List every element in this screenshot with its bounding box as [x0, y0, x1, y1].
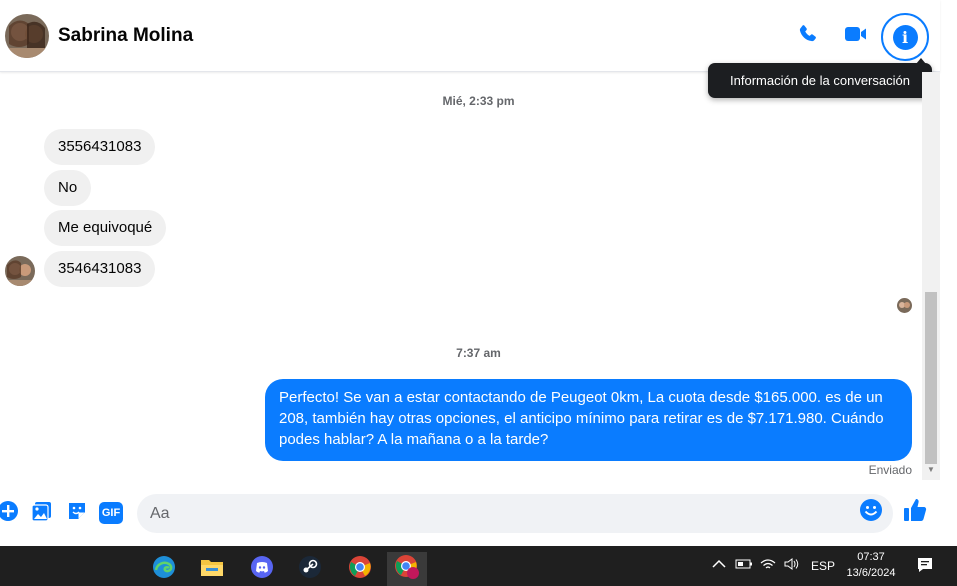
system-clock[interactable]: 07:37 13/6/2024: [840, 549, 902, 581]
emoji-button[interactable]: [859, 498, 883, 527]
video-call-button[interactable]: [840, 20, 872, 52]
contact-name[interactable]: Sabrina Molina: [58, 25, 193, 47]
gif-icon: GIF: [99, 502, 123, 524]
sticker-icon: [66, 500, 88, 527]
chrome-profile-icon: [394, 554, 420, 585]
file-explorer-icon: [200, 556, 224, 583]
like-icon: [902, 497, 928, 528]
edge-icon: [152, 555, 176, 584]
contact-avatar[interactable]: [5, 14, 49, 58]
like-button[interactable]: [903, 498, 927, 524]
clock-time: 07:37: [857, 551, 885, 563]
discord-icon: [250, 555, 274, 584]
taskbar-steam[interactable]: [290, 552, 330, 586]
attach-photo-button[interactable]: [30, 501, 54, 525]
emoji-icon: [859, 498, 883, 527]
gif-button[interactable]: GIF: [99, 501, 123, 525]
windows-taskbar: ESP 07:37 13/6/2024: [0, 546, 957, 586]
call-button[interactable]: [792, 20, 824, 52]
message-timestamp: 7:37 am: [456, 346, 501, 360]
sender-avatar: [5, 256, 35, 286]
taskbar-chrome-profile[interactable]: [387, 552, 427, 586]
taskbar-edge[interactable]: [144, 552, 184, 586]
battery-icon[interactable]: [735, 558, 753, 573]
plus-icon: [0, 500, 19, 527]
phone-icon: [796, 22, 820, 51]
conversation-info-tooltip: Información de la conversación: [708, 58, 932, 98]
incoming-message[interactable]: 3546431083: [44, 251, 156, 287]
message-status: Enviado: [868, 463, 912, 477]
more-actions-button[interactable]: [0, 500, 20, 527]
language-indicator[interactable]: ESP: [811, 559, 835, 573]
taskbar-file-explorer[interactable]: [192, 552, 232, 586]
conversation-info-button[interactable]: i: [881, 13, 929, 61]
scroll-down-arrow-icon[interactable]: ▼: [925, 465, 937, 475]
taskbar-discord[interactable]: [242, 552, 282, 586]
steam-icon: [298, 555, 322, 584]
seen-receipt-avatar: [897, 298, 912, 313]
message-timestamp: Mié, 2:33 pm: [442, 94, 515, 108]
conversation-header: Sabrina Molina i: [0, 0, 940, 72]
clock-date: 13/6/2024: [846, 567, 896, 579]
incoming-message[interactable]: No: [44, 170, 92, 206]
sticker-button[interactable]: [65, 501, 89, 525]
info-icon: i: [892, 24, 918, 50]
messenger-window: Sabrina Molina i Información de la conve…: [0, 0, 957, 586]
wifi-icon[interactable]: [760, 558, 776, 573]
volume-icon[interactable]: [783, 558, 801, 573]
chevron-up-icon[interactable]: [712, 558, 726, 572]
video-camera-icon: [843, 22, 869, 51]
incoming-message[interactable]: 3556431083: [44, 129, 156, 165]
message-input[interactable]: Aa: [137, 494, 893, 533]
chrome-icon: [348, 555, 372, 584]
incoming-message[interactable]: Me equivoqué: [44, 210, 167, 246]
photo-icon: [31, 500, 53, 527]
scrollbar-thumb[interactable]: [925, 292, 937, 464]
message-input-placeholder: Aa: [150, 504, 170, 522]
taskbar-chrome[interactable]: [340, 552, 380, 586]
notification-icon[interactable]: [916, 556, 934, 577]
outgoing-message[interactable]: Perfecto! Se van a estar contactando de …: [265, 379, 912, 461]
